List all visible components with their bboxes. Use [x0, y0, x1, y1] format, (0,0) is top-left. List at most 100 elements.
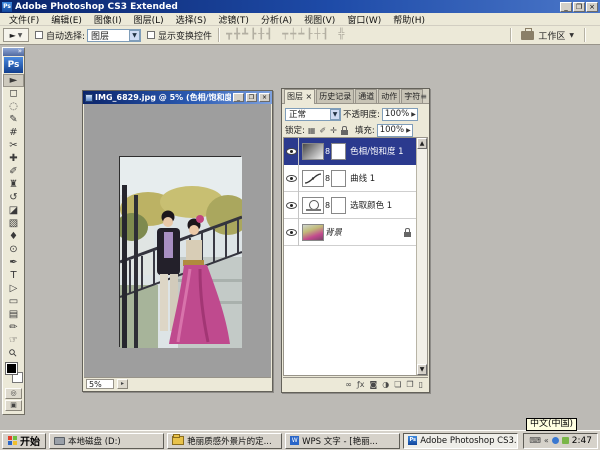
photo-canvas[interactable]: [119, 156, 241, 347]
rect-marquee-tool[interactable]: ◻: [3, 87, 24, 100]
tray-app-icon[interactable]: [552, 437, 559, 444]
menu-layer[interactable]: 图层(L): [128, 13, 170, 26]
menu-view[interactable]: 视图(V): [298, 13, 341, 26]
new-adjustment-layer-icon[interactable]: ◑: [382, 380, 389, 389]
menu-file[interactable]: 文件(F): [3, 13, 45, 26]
layer-mask-thumbnail[interactable]: [331, 170, 346, 187]
zoom-level-field[interactable]: 5%: [86, 379, 114, 389]
restore-button[interactable]: ❐: [573, 2, 585, 12]
blend-mode-dropdown[interactable]: 正常 ▼: [285, 108, 341, 121]
tray-collapse-icon[interactable]: «: [544, 436, 549, 445]
menu-image[interactable]: 图像(I): [88, 13, 128, 26]
lock-position-icon[interactable]: ✛: [330, 126, 337, 135]
layer-row-hue-saturation[interactable]: 8 色相/饱和度 1: [284, 138, 416, 165]
tab-layers[interactable]: 图层 ×: [284, 89, 315, 104]
menu-window[interactable]: 窗口(W): [341, 13, 387, 26]
tray-app-icon[interactable]: [562, 437, 569, 444]
start-button[interactable]: 开始: [2, 433, 46, 449]
palette-menu-icon[interactable]: ≡: [420, 92, 427, 101]
lock-pixels-icon[interactable]: ✐: [319, 126, 326, 135]
toolbox-collapse-button[interactable]: »: [3, 48, 24, 56]
screen-mode-button[interactable]: ▣: [5, 400, 22, 411]
layers-scrollbar[interactable]: ▲ ▼: [416, 138, 427, 375]
eye-icon[interactable]: [286, 148, 297, 155]
hue-saturation-thumbnail[interactable]: [302, 143, 324, 160]
document-title-bar[interactable]: IMG_6829.jpg @ 5% (色相/饱和度 1,... _ ❐ ×: [83, 91, 272, 104]
quick-mask-button[interactable]: ◎: [5, 388, 22, 399]
eye-icon[interactable]: [286, 202, 297, 209]
mask-link-icon[interactable]: 8: [325, 147, 330, 156]
tab-history[interactable]: 历史记录: [316, 89, 354, 103]
menu-select[interactable]: 选择(S): [170, 13, 213, 26]
notes-tool[interactable]: ▤: [3, 308, 24, 321]
layer-row-curves[interactable]: 8 曲线 1: [284, 165, 416, 192]
layer-row-background[interactable]: 背景: [284, 219, 416, 246]
workspace-label[interactable]: 工作区: [538, 29, 565, 42]
visibility-cell[interactable]: [284, 165, 299, 192]
layer-style-icon[interactable]: ƒx: [357, 380, 365, 389]
crop-tool[interactable]: #: [3, 126, 24, 139]
eyedropper-tool[interactable]: ✏: [3, 321, 24, 334]
tool-preset-picker[interactable]: ► ▼: [3, 28, 29, 42]
layer-name[interactable]: 背景: [324, 226, 342, 238]
slider-arrow-icon[interactable]: ▶: [406, 127, 412, 134]
menu-edit[interactable]: 编辑(E): [45, 13, 88, 26]
delete-layer-icon[interactable]: ▯: [419, 380, 423, 389]
eye-icon[interactable]: [286, 175, 297, 182]
keyboard-language-icon[interactable]: ⌨: [529, 436, 541, 445]
move-tool[interactable]: ►: [3, 74, 24, 87]
layer-mask-thumbnail[interactable]: [331, 143, 346, 160]
layer-row-selective-color[interactable]: 8 选取颜色 1: [284, 192, 416, 219]
mask-link-icon[interactable]: 8: [325, 201, 330, 210]
tab-actions[interactable]: 动作: [378, 89, 400, 103]
history-brush-tool[interactable]: ↺: [3, 191, 24, 204]
canvas-area[interactable]: [84, 104, 271, 377]
fill-field[interactable]: 100% ▶: [377, 124, 413, 137]
menu-filter[interactable]: 滤镜(T): [212, 13, 255, 26]
doc-close-button[interactable]: ×: [259, 93, 270, 102]
tab-close-icon[interactable]: ×: [306, 92, 313, 101]
scroll-up-icon[interactable]: ▲: [417, 138, 427, 149]
lasso-tool[interactable]: ◌: [3, 100, 24, 113]
doc-minimize-button[interactable]: _: [233, 93, 244, 102]
auto-select-dropdown[interactable]: 图层 ▼: [87, 29, 141, 42]
link-layers-icon[interactable]: ∞: [345, 380, 352, 389]
menu-help[interactable]: 帮助(H): [387, 13, 431, 26]
eye-icon[interactable]: [286, 229, 297, 236]
tab-channels[interactable]: 通道: [355, 89, 377, 103]
task-photoshop[interactable]: Ps Adobe Photoshop CS3...: [403, 433, 518, 449]
layer-name[interactable]: 选取颜色 1: [349, 199, 392, 211]
menu-analysis[interactable]: 分析(A): [255, 13, 298, 26]
layer-name[interactable]: 色相/饱和度 1: [349, 145, 403, 157]
opacity-field[interactable]: 100% ▶: [382, 108, 418, 121]
background-thumbnail[interactable]: [302, 224, 324, 241]
scroll-down-icon[interactable]: ▼: [417, 364, 427, 375]
visibility-cell[interactable]: [284, 219, 299, 246]
doc-restore-button[interactable]: ❐: [246, 93, 257, 102]
auto-select-checkbox[interactable]: [35, 31, 43, 39]
clone-stamp-tool[interactable]: ♜: [3, 178, 24, 191]
show-transform-checkbox[interactable]: [147, 31, 155, 39]
layer-mask-thumbnail[interactable]: [331, 197, 346, 214]
type-tool[interactable]: T: [3, 269, 24, 282]
status-flyout-button[interactable]: ▸: [117, 379, 128, 389]
shape-tool[interactable]: ▭: [3, 295, 24, 308]
new-group-icon[interactable]: ❏: [394, 380, 401, 389]
photoshop-logo[interactable]: Ps: [4, 57, 23, 73]
slider-arrow-icon[interactable]: ▶: [411, 111, 417, 118]
layer-name[interactable]: 曲线 1: [349, 172, 375, 184]
visibility-cell[interactable]: [284, 138, 299, 165]
eraser-tool[interactable]: ◪: [3, 204, 24, 217]
task-wps[interactable]: W WPS 文字 - [艳丽...: [285, 433, 400, 449]
minimize-button[interactable]: _: [560, 2, 572, 12]
spot-healing-tool[interactable]: ✚: [3, 152, 24, 165]
task-folder[interactable]: 艳丽质感外景片的定...: [167, 433, 282, 449]
brush-tool[interactable]: ✐: [3, 165, 24, 178]
gradient-tool[interactable]: ▧: [3, 217, 24, 230]
path-selection-tool[interactable]: ▷: [3, 282, 24, 295]
lock-all-icon[interactable]: [341, 130, 348, 135]
dodge-tool[interactable]: ⊙: [3, 243, 24, 256]
blur-tool[interactable]: ♦: [3, 230, 24, 243]
selective-color-thumbnail[interactable]: [302, 197, 324, 214]
mask-link-icon[interactable]: 8: [325, 174, 330, 183]
